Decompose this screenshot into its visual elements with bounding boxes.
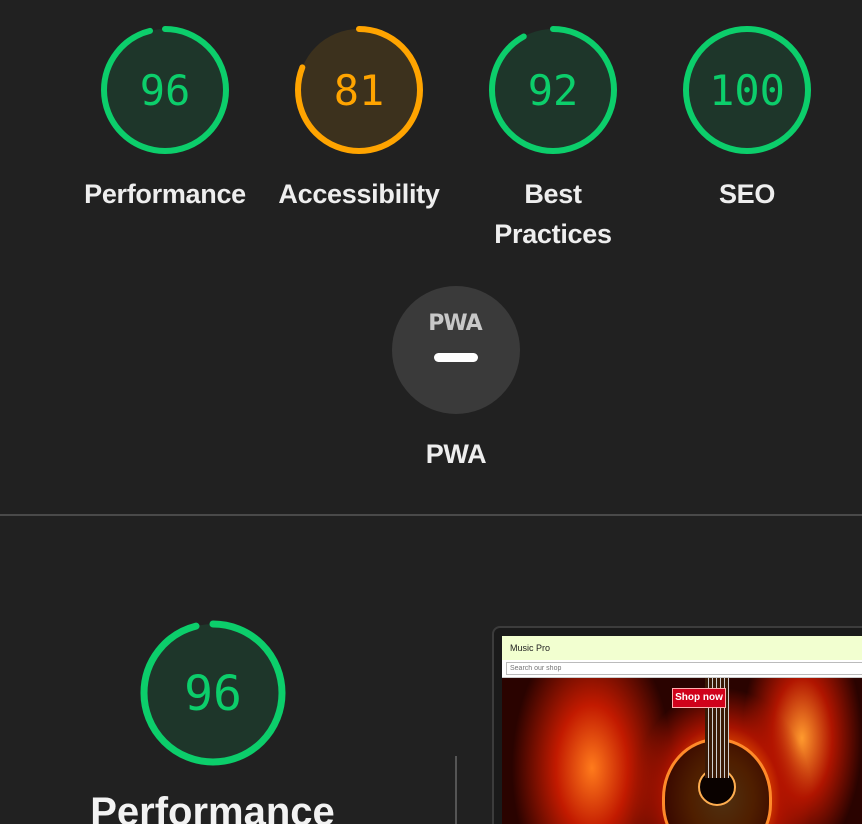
performance-section-score: 96 <box>184 666 242 722</box>
performance-section-title: Performance <box>90 790 335 824</box>
gauge-pwa[interactable]: PWA <box>391 285 521 415</box>
gauge-performance-score: 96 <box>140 66 191 115</box>
gauge-performance[interactable]: 96 <box>100 25 230 155</box>
gauge-performance-ring: 96 <box>101 26 229 154</box>
gauge-seo-ring: 100 <box>683 26 811 154</box>
section-divider <box>0 514 862 516</box>
gauge-best-practices-label-line2: Practices <box>494 219 612 249</box>
gauge-pwa-label: PWA <box>425 439 487 469</box>
gauge-accessibility-score: 81 <box>334 66 385 115</box>
gauge-accessibility-ring: 81 <box>295 26 423 154</box>
screenshot-search-bar <box>502 660 862 678</box>
pwa-dash-icon <box>434 353 478 362</box>
gauge-seo[interactable]: 100 <box>682 25 812 155</box>
gauge-accessibility[interactable]: 81 <box>294 25 424 155</box>
screenshot-shop-now-button: Shop now <box>672 688 726 708</box>
pwa-badge-text: PWA <box>428 311 482 336</box>
gauge-seo-label: SEO <box>718 179 776 209</box>
gauge-best-practices-label-line1: Best <box>524 179 582 209</box>
gauge-seo-score: 100 <box>709 66 785 115</box>
gauge-accessibility-label: Accessibility <box>278 179 440 209</box>
performance-section-gauge: 96 <box>140 620 286 766</box>
section-vertical-divider <box>455 756 457 824</box>
gauge-best-practices-score: 92 <box>528 66 579 115</box>
screenshot-search-input <box>506 662 862 675</box>
gauge-performance-label: Performance <box>84 179 246 209</box>
screenshot-site-name: Music Pro <box>502 636 862 660</box>
gauge-best-practices[interactable]: 92 <box>488 25 618 155</box>
pwa-badge-icon: PWA <box>392 286 520 414</box>
performance-section-ring: 96 <box>140 620 286 766</box>
gauge-best-practices-ring: 92 <box>489 26 617 154</box>
